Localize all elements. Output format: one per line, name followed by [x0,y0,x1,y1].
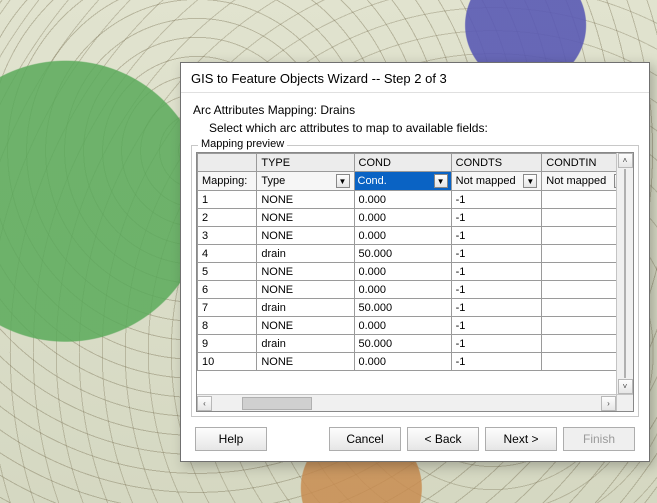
wizard-dialog: GIS to Feature Objects Wizard -- Step 2 … [180,62,650,462]
help-button[interactable]: Help [195,427,267,451]
table-row[interactable]: 9drain50.000-1 [198,335,633,353]
scroll-down-icon[interactable]: ˅ [618,379,633,394]
fieldset-legend: Mapping preview [198,138,287,150]
table-row[interactable]: 3NONE0.000-1 [198,227,633,245]
cell-type[interactable]: drain [257,299,354,317]
cell-cond[interactable]: 0.000 [354,317,451,335]
cell-condts[interactable]: -1 [451,299,542,317]
chevron-down-icon[interactable] [434,174,448,188]
mapping-row: Mapping: Type Cond. Not mapped [198,172,633,191]
finish-button[interactable]: Finish [563,427,635,451]
chevron-down-icon[interactable] [523,174,537,188]
table-header-row: TYPE COND CONDTS CONDTIN [198,154,633,172]
preview-table: TYPE COND CONDTS CONDTIN Mapping: Type [197,153,633,371]
cell-cond[interactable]: 50.000 [354,245,451,263]
cell-type[interactable]: NONE [257,209,354,227]
cell-condts[interactable]: -1 [451,245,542,263]
scroll-thumb[interactable] [624,169,626,378]
col-header-blank[interactable] [198,154,257,172]
table-row[interactable]: 8NONE0.000-1 [198,317,633,335]
preview-grid: TYPE COND CONDTS CONDTIN Mapping: Type [196,152,634,412]
cell-condts[interactable]: -1 [451,281,542,299]
button-row: Help Cancel < Back Next > Finish [191,417,639,455]
cell-condts[interactable]: -1 [451,263,542,281]
cell-type[interactable]: NONE [257,317,354,335]
cell-type[interactable]: NONE [257,191,354,209]
mapping-preview-fieldset: Mapping preview TYPE COND CONDTS CONDTIN [191,145,639,417]
table-row[interactable]: 1NONE0.000-1 [198,191,633,209]
cell-type[interactable]: NONE [257,281,354,299]
cell-n[interactable]: 7 [198,299,257,317]
cell-type[interactable]: NONE [257,227,354,245]
mapping-row-label: Mapping: [198,172,257,191]
table-row[interactable]: 4drain50.000-1 [198,245,633,263]
scroll-right-icon[interactable]: › [601,396,616,411]
cell-n[interactable]: 3 [198,227,257,245]
table-row[interactable]: 2NONE0.000-1 [198,209,633,227]
cell-cond[interactable]: 0.000 [354,209,451,227]
col-header-condts[interactable]: CONDTS [451,154,542,172]
cell-condts[interactable]: -1 [451,317,542,335]
cell-cond[interactable]: 50.000 [354,335,451,353]
horizontal-scrollbar[interactable]: ‹ › [197,394,616,411]
cell-condts[interactable]: -1 [451,335,542,353]
cell-cond[interactable]: 0.000 [354,353,451,371]
table-row[interactable]: 10NONE0.000-1 [198,353,633,371]
section-instruction: Select which arc attributes to map to av… [209,121,639,135]
cell-type[interactable]: NONE [257,263,354,281]
vertical-scrollbar[interactable]: ˄ ˅ [616,153,633,394]
col-header-type[interactable]: TYPE [257,154,354,172]
table-row[interactable]: 7drain50.000-1 [198,299,633,317]
scroll-thumb[interactable] [242,397,312,410]
mapping-dropdown-cond[interactable]: Cond. [354,172,451,191]
section-label: Arc Attributes Mapping: Drains [193,103,639,117]
cell-n[interactable]: 8 [198,317,257,335]
cell-n[interactable]: 5 [198,263,257,281]
cell-type[interactable]: drain [257,335,354,353]
cell-n[interactable]: 4 [198,245,257,263]
cell-cond[interactable]: 0.000 [354,227,451,245]
cell-condts[interactable]: -1 [451,191,542,209]
cancel-button[interactable]: Cancel [329,427,401,451]
cell-n[interactable]: 6 [198,281,257,299]
cell-cond[interactable]: 0.000 [354,281,451,299]
cell-condts[interactable]: -1 [451,353,542,371]
cell-cond[interactable]: 50.000 [354,299,451,317]
scroll-corner [616,394,633,411]
chevron-down-icon[interactable] [336,174,350,188]
scroll-up-icon[interactable]: ˄ [618,153,633,168]
dialog-title: GIS to Feature Objects Wizard -- Step 2 … [181,63,649,93]
cell-n[interactable]: 9 [198,335,257,353]
scroll-left-icon[interactable]: ‹ [197,396,212,411]
cell-condts[interactable]: -1 [451,209,542,227]
mapping-dropdown-condts[interactable]: Not mapped [451,172,542,191]
table-row[interactable]: 5NONE0.000-1 [198,263,633,281]
cell-cond[interactable]: 0.000 [354,263,451,281]
cell-type[interactable]: drain [257,245,354,263]
cell-cond[interactable]: 0.000 [354,191,451,209]
next-button[interactable]: Next > [485,427,557,451]
cell-n[interactable]: 1 [198,191,257,209]
cell-n[interactable]: 2 [198,209,257,227]
mapping-dropdown-type[interactable]: Type [257,172,354,191]
table-row[interactable]: 6NONE0.000-1 [198,281,633,299]
col-header-cond[interactable]: COND [354,154,451,172]
cell-condts[interactable]: -1 [451,227,542,245]
cell-type[interactable]: NONE [257,353,354,371]
cell-n[interactable]: 10 [198,353,257,371]
back-button[interactable]: < Back [407,427,479,451]
